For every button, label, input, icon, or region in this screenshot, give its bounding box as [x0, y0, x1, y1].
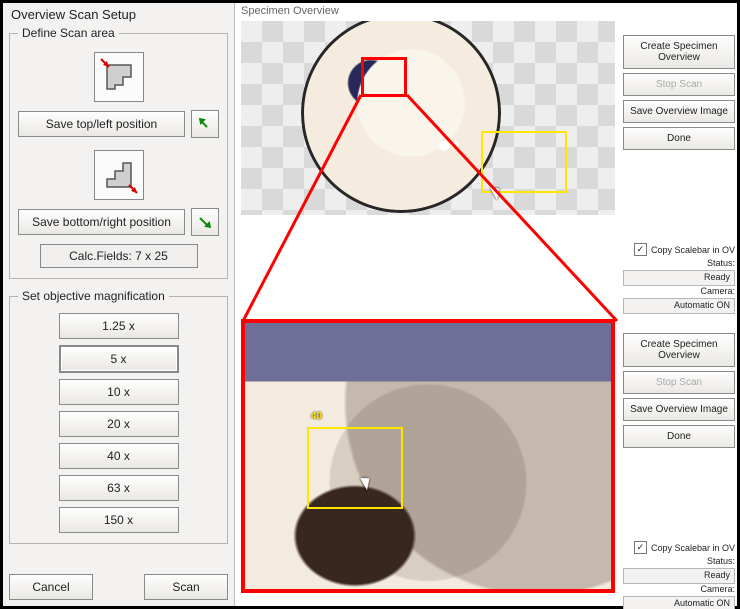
- magnification-title: Set objective magnification: [18, 289, 169, 303]
- save-overview-image-button[interactable]: Save Overview Image: [623, 100, 735, 123]
- save-overview-image-button[interactable]: Save Overview Image: [623, 398, 735, 421]
- viewport-wrap: 40 Create Specimen Overview Stop Scan Sa…: [235, 19, 737, 606]
- magnification-button[interactable]: 5 x: [59, 345, 179, 373]
- calc-fields-readout: Calc.Fields: 7 x 25: [40, 244, 198, 268]
- done-button[interactable]: Done: [623, 425, 735, 448]
- specimen-feature-dot: [439, 141, 449, 151]
- status-value: Ready: [623, 270, 735, 286]
- cancel-button[interactable]: Cancel: [9, 574, 93, 600]
- save-bottom-right-button[interactable]: Save bottom/right position: [18, 209, 185, 235]
- panel-title: Overview Scan Setup: [11, 7, 228, 22]
- specimen-image: [301, 21, 501, 213]
- magnification-group: Set objective magnification 1.25 x 5 x 10 …: [9, 289, 228, 544]
- camera-value: Automatic ON: [623, 596, 735, 609]
- panel-bottom-row: Cancel Scan: [9, 568, 228, 602]
- arrow-up-left-icon: [198, 117, 212, 131]
- zoom-viewport[interactable]: 40: [241, 319, 615, 593]
- magnification-button[interactable]: 40 x: [59, 443, 179, 469]
- camera-label: Camera:: [623, 584, 735, 594]
- status-label: Status:: [623, 258, 735, 268]
- create-specimen-overview-button[interactable]: Create Specimen Overview: [623, 35, 735, 69]
- app-root: Overview Scan Setup Define Scan area Sav…: [0, 0, 740, 609]
- overview-scan-setup-panel: Overview Scan Setup Define Scan area Sav…: [3, 3, 235, 606]
- copy-scalebar-checkbox[interactable]: ✓: [634, 541, 647, 554]
- zoom-side-controls: Create Specimen Overview Stop Scan Save …: [623, 333, 735, 448]
- specimen-overview-title: Specimen Overview: [235, 3, 737, 19]
- define-scan-area-group: Define Scan area Save top/left position: [9, 26, 228, 279]
- zoom-selection-label: 40: [311, 411, 322, 422]
- copy-scalebar-label: Copy Scalebar in OV: [651, 245, 735, 255]
- stop-scan-button[interactable]: Stop Scan: [623, 371, 735, 394]
- scan-button[interactable]: Scan: [144, 574, 228, 600]
- zoom-selection-box[interactable]: [307, 427, 403, 509]
- done-button[interactable]: Done: [623, 127, 735, 150]
- arrow-down-right-button[interactable]: [191, 208, 219, 236]
- specimen-feature-dot: [451, 141, 458, 148]
- zoom-image: [245, 323, 611, 589]
- create-specimen-overview-button[interactable]: Create Specimen Overview: [623, 333, 735, 367]
- cursor-icon: [363, 475, 373, 489]
- define-scan-area-title: Define Scan area: [18, 26, 119, 40]
- magnification-button[interactable]: 10 x: [59, 379, 179, 405]
- specimen-area: Specimen Overview 40: [235, 3, 737, 606]
- status-label: Status:: [623, 556, 735, 566]
- magnification-button[interactable]: 150 x: [59, 507, 179, 533]
- copy-scalebar-label: Copy Scalebar in OV: [651, 543, 735, 553]
- arrow-down-right-icon: [198, 215, 212, 229]
- copy-scalebar-checkbox[interactable]: ✓: [634, 243, 647, 256]
- overview-viewport[interactable]: [241, 21, 615, 215]
- stop-scan-button[interactable]: Stop Scan: [623, 73, 735, 96]
- magnification-button[interactable]: 20 x: [59, 411, 179, 437]
- save-top-left-button[interactable]: Save top/left position: [18, 111, 185, 137]
- zoom-status-block: ✓ Copy Scalebar in OV Status: Ready Came…: [623, 541, 735, 609]
- annotation-source-box: [361, 57, 407, 97]
- magnification-list: 1.25 x 5 x 10 x 20 x 40 x 63 x 150 x: [18, 313, 219, 533]
- status-value: Ready: [623, 568, 735, 584]
- camera-value: Automatic ON: [623, 298, 735, 314]
- overview-side-controls: Create Specimen Overview Stop Scan Save …: [623, 35, 735, 150]
- scan-selection-box[interactable]: [481, 131, 567, 193]
- overview-status-block: ✓ Copy Scalebar in OV Status: Ready Came…: [623, 243, 735, 314]
- top-left-shape-icon: [94, 52, 144, 102]
- arrow-up-left-button[interactable]: [191, 110, 219, 138]
- bottom-right-shape-icon: [94, 150, 144, 200]
- cursor-icon: [493, 185, 503, 199]
- camera-label: Camera:: [623, 286, 735, 296]
- magnification-button[interactable]: 1.25 x: [59, 313, 179, 339]
- magnification-button[interactable]: 63 x: [59, 475, 179, 501]
